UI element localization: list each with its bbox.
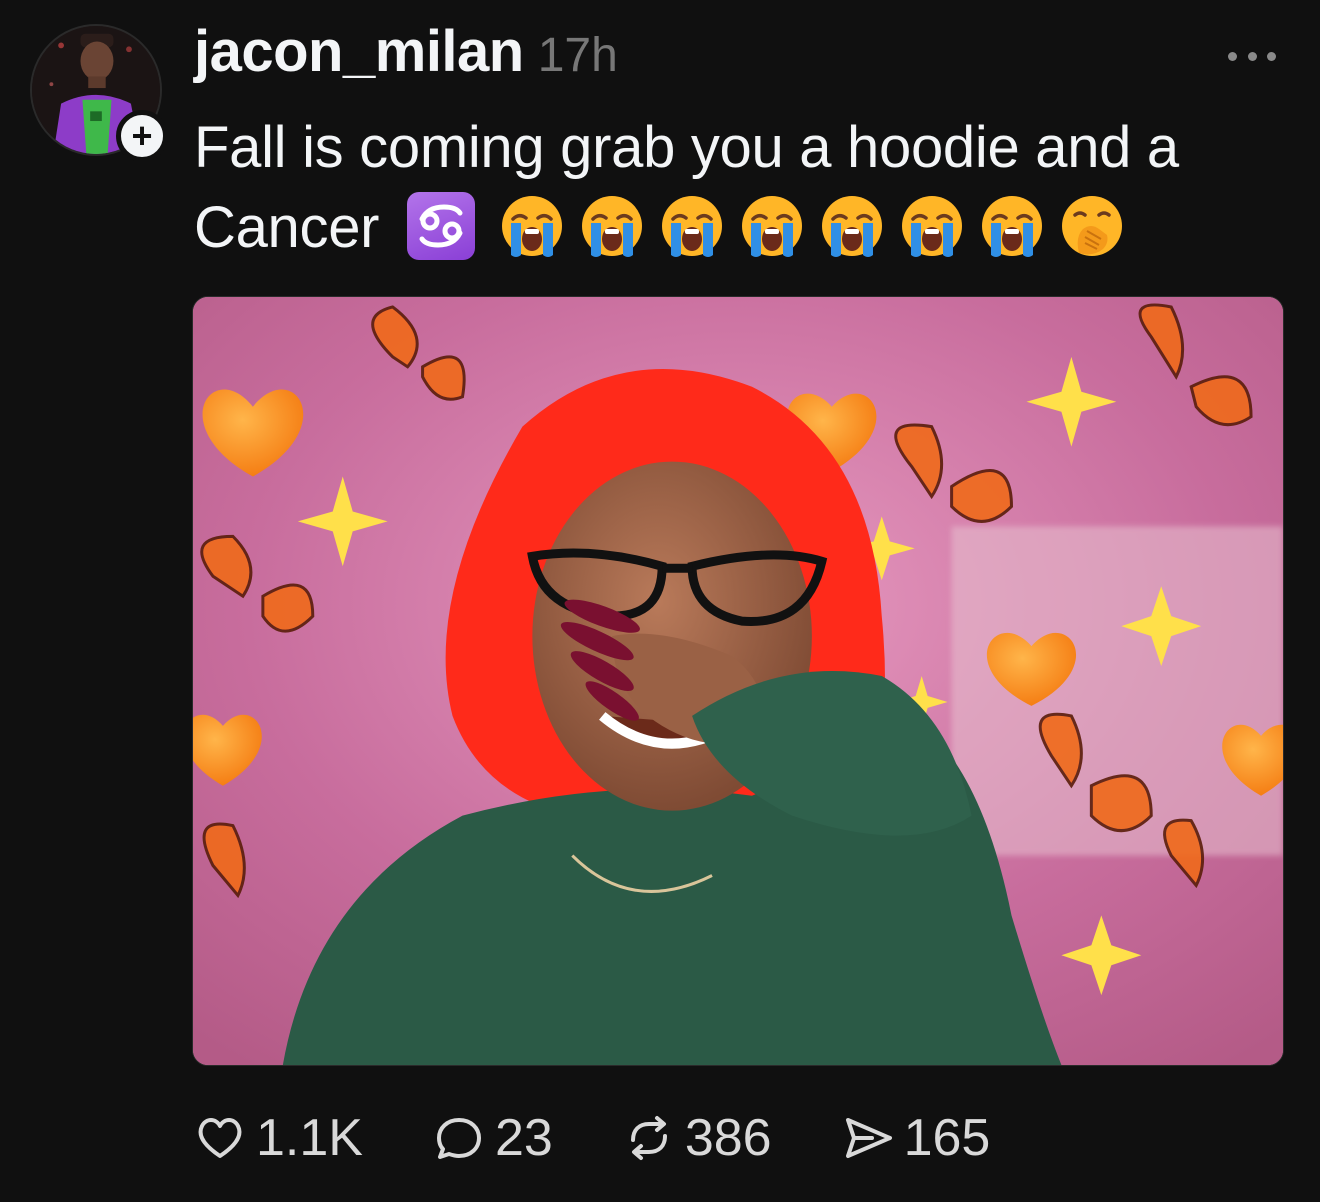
loudly-crying-face-icon xyxy=(979,193,1045,259)
post-header: jacon_milan 17h xyxy=(194,18,618,102)
like-count: 1.1K xyxy=(256,1109,363,1167)
more-options-icon[interactable] xyxy=(1228,46,1276,66)
username[interactable]: jacon_milan xyxy=(194,18,524,85)
face-with-hand-over-mouth-icon xyxy=(1059,193,1125,259)
loudly-crying-face-icon xyxy=(659,193,725,259)
loudly-crying-face-icon xyxy=(819,193,885,259)
loudly-crying-face-icon xyxy=(899,193,965,259)
post-image[interactable] xyxy=(192,296,1284,1066)
emoji-row xyxy=(407,191,1139,260)
repost-button[interactable]: 386 xyxy=(621,1108,772,1168)
follow-plus-icon[interactable]: + xyxy=(116,110,168,162)
loudly-crying-face-icon xyxy=(499,193,565,259)
post-caption: Fall is coming grab you a hoodie and a C… xyxy=(194,108,1294,268)
share-count: 165 xyxy=(903,1109,991,1167)
heart-icon xyxy=(198,1118,242,1158)
action-bar: 1.1K 23 386 165 xyxy=(192,1100,1058,1176)
post-timestamp[interactable]: 17h xyxy=(538,28,618,83)
comment-icon xyxy=(436,1118,481,1159)
ellipsis-dot xyxy=(1228,51,1237,61)
cancer-zodiac-icon xyxy=(407,191,475,260)
send-icon xyxy=(845,1118,892,1158)
loudly-crying-face-icon xyxy=(739,193,805,259)
loudly-crying-face-icon xyxy=(579,193,645,259)
ellipsis-dot xyxy=(1247,51,1257,61)
reply-button[interactable]: 23 xyxy=(431,1108,553,1168)
reply-count: 23 xyxy=(494,1109,553,1167)
ellipsis-dot xyxy=(1267,51,1276,61)
share-button[interactable]: 165 xyxy=(840,1108,991,1168)
repost-icon xyxy=(630,1116,667,1160)
thread-post: + jacon_milan 17h Fall is coming grab yo… xyxy=(0,0,1320,1202)
repost-count: 386 xyxy=(684,1109,772,1167)
like-button[interactable]: 1.1K xyxy=(192,1108,363,1168)
